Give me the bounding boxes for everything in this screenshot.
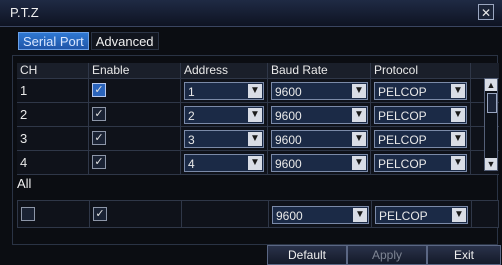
scroll-down-icon[interactable]: ▼ xyxy=(485,158,497,170)
window-title: P.T.Z xyxy=(10,5,39,20)
chevron-down-icon[interactable]: ▼ xyxy=(353,208,367,222)
protocol-select[interactable]: PELCOP ▼ xyxy=(374,82,467,100)
channel-number: 4 xyxy=(20,155,28,170)
baud-rate-select[interactable]: 9600 ▼ xyxy=(271,106,368,124)
baud-rate-select[interactable]: 9600 ▼ xyxy=(271,82,368,100)
all-label: All xyxy=(17,176,32,191)
address-select[interactable]: 1 ▼ xyxy=(184,82,264,100)
enable-checkbox[interactable]: ✓ xyxy=(92,107,106,121)
header-address: Address xyxy=(184,63,229,77)
baud-rate-select[interactable]: 9600 ▼ xyxy=(271,154,368,172)
header-baud-rate: Baud Rate xyxy=(271,63,328,77)
all-enable-checkbox[interactable]: ✓ xyxy=(93,207,107,221)
chevron-down-icon[interactable]: ▼ xyxy=(451,108,465,122)
all-settings-row: ✓ 9600 ▼ PELCOP ▼ xyxy=(17,200,499,228)
channel-number: 1 xyxy=(20,83,28,98)
all-protocol-select[interactable]: PELCOP ▼ xyxy=(375,206,468,224)
baud-rate-select[interactable]: 9600 ▼ xyxy=(271,130,368,148)
enable-checkbox[interactable]: ✓ xyxy=(92,131,106,145)
chevron-down-icon[interactable]: ▼ xyxy=(452,208,466,222)
chevron-down-icon[interactable]: ▼ xyxy=(248,156,262,170)
table-row: 3 ✓ 3 ▼ 9600 ▼ PELCOP ▼ xyxy=(17,127,499,151)
vertical-scrollbar[interactable]: ▲ ▼ xyxy=(484,78,498,171)
button-bar: Default Apply Exit xyxy=(0,245,502,265)
chevron-down-icon[interactable]: ▼ xyxy=(248,132,262,146)
tab-serial-port[interactable]: Serial Port xyxy=(18,32,89,50)
header-enable: Enable xyxy=(92,63,130,77)
address-select[interactable]: 3 ▼ xyxy=(184,130,264,148)
protocol-select[interactable]: PELCOP ▼ xyxy=(374,154,467,172)
chevron-down-icon[interactable]: ▼ xyxy=(451,132,465,146)
chevron-down-icon[interactable]: ▼ xyxy=(451,84,465,98)
tab-bar: Serial Port Advanced xyxy=(18,32,161,52)
chevron-down-icon[interactable]: ▼ xyxy=(451,156,465,170)
serial-port-table: CH Enable Address Baud Rate Protocol 1 ✓… xyxy=(17,63,499,175)
chevron-down-icon[interactable]: ▼ xyxy=(352,108,366,122)
title-bar: P.T.Z ✕ xyxy=(0,0,502,27)
apply-button[interactable]: Apply xyxy=(347,245,427,265)
scroll-thumb[interactable] xyxy=(487,93,497,113)
address-select[interactable]: 4 ▼ xyxy=(184,154,264,172)
table-row: 4 ✓ 4 ▼ 9600 ▼ PELCOP ▼ xyxy=(17,151,499,175)
enable-checkbox[interactable]: ✓ xyxy=(92,155,106,169)
all-channels-checkbox[interactable] xyxy=(21,207,35,221)
protocol-select[interactable]: PELCOP ▼ xyxy=(374,106,467,124)
default-button[interactable]: Default xyxy=(267,245,347,265)
table-header-row: CH Enable Address Baud Rate Protocol xyxy=(17,63,499,79)
close-icon[interactable]: ✕ xyxy=(478,4,494,20)
protocol-select[interactable]: PELCOP ▼ xyxy=(374,130,467,148)
table-row: 1 ✓ 1 ▼ 9600 ▼ PELCOP ▼ xyxy=(17,79,499,103)
enable-checkbox[interactable]: ✓ xyxy=(92,83,106,97)
chevron-down-icon[interactable]: ▼ xyxy=(248,108,262,122)
chevron-down-icon[interactable]: ▼ xyxy=(352,132,366,146)
header-ch: CH xyxy=(20,63,38,77)
channel-number: 3 xyxy=(20,131,28,146)
address-select[interactable]: 2 ▼ xyxy=(184,106,264,124)
scroll-up-icon[interactable]: ▲ xyxy=(485,79,497,91)
chevron-down-icon[interactable]: ▼ xyxy=(352,156,366,170)
chevron-down-icon[interactable]: ▼ xyxy=(352,84,366,98)
header-protocol: Protocol xyxy=(374,63,419,77)
chevron-down-icon[interactable]: ▼ xyxy=(248,84,262,98)
table-row: 2 ✓ 2 ▼ 9600 ▼ PELCOP ▼ xyxy=(17,103,499,127)
exit-button[interactable]: Exit xyxy=(427,245,501,265)
all-baud-rate-select[interactable]: 9600 ▼ xyxy=(272,206,369,224)
channel-number: 2 xyxy=(20,107,28,122)
tab-advanced[interactable]: Advanced xyxy=(90,32,159,50)
